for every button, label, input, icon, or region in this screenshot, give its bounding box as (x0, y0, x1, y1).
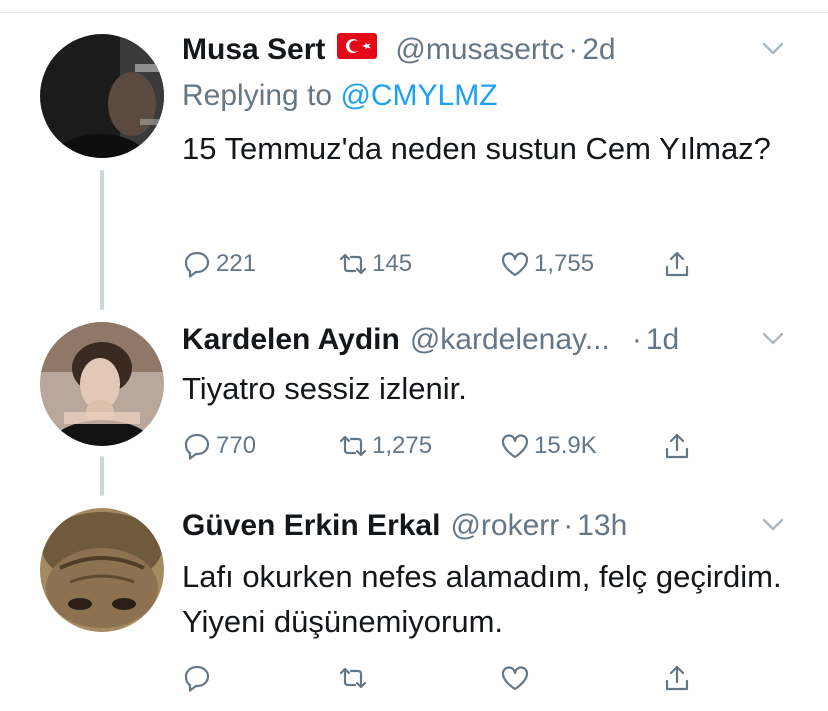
tweet-actions: 221 145 1,755 (182, 244, 702, 284)
author-name[interactable]: Kardelen Aydin (182, 320, 400, 360)
chevron-down-icon[interactable] (758, 30, 788, 66)
tweet-actions (182, 658, 702, 698)
share-icon (665, 665, 689, 691)
retweet-count: 1,275 (372, 432, 433, 459)
heart-icon (501, 434, 529, 459)
thread-line (100, 170, 104, 310)
tweet-header: Güven Erkin Erkal @rokerr · 13h (182, 506, 788, 546)
tweet-time[interactable]: 2d (582, 30, 615, 70)
like-count: 15.9K (534, 432, 597, 459)
chevron-down-icon[interactable] (758, 320, 788, 356)
author-handle[interactable]: @rokerr (450, 506, 559, 546)
retweet-button[interactable]: 145 (338, 244, 412, 284)
replying-to-link[interactable]: @CMYLMZ (340, 79, 497, 112)
share-button[interactable] (662, 426, 692, 466)
retweet-button[interactable]: 1,275 (338, 426, 432, 466)
tweet-header: Kardelen Aydin @kardelenay... · 1d (182, 320, 788, 360)
tweet-text: 15 Temmuz'da neden sustun Cem Yılmaz? (182, 131, 771, 166)
tweet-actions: 770 1,275 15.9K (182, 426, 702, 466)
share-icon (665, 251, 689, 277)
avatar[interactable] (40, 508, 164, 632)
retweet-icon (339, 253, 367, 275)
reply-count: 770 (216, 432, 257, 459)
author-handle[interactable]: @musasertc (395, 30, 564, 70)
turkey-flag-icon (337, 30, 378, 59)
author-name[interactable]: Güven Erkin Erkal (182, 506, 440, 546)
retweet-count: 145 (372, 250, 413, 277)
reply-icon (184, 251, 210, 278)
author-name[interactable]: Musa Sert (182, 30, 325, 70)
reply-icon (184, 665, 210, 692)
share-button[interactable] (662, 244, 692, 284)
replying-to-label: Replying to (182, 79, 333, 112)
tweet[interactable]: Güven Erkin Erkal @rokerr · 13h Lafı oku… (0, 490, 828, 711)
tweet-text: Lafı okurken nefes alamadım, felç geçird… (182, 559, 782, 639)
tweet-text: Tiyatro sessiz izlenir. (182, 371, 467, 406)
like-count: 1,755 (534, 250, 595, 277)
separator-dot: · (568, 33, 579, 66)
avatar[interactable] (40, 322, 164, 446)
retweet-icon (339, 435, 367, 457)
chevron-down-icon[interactable] (758, 506, 788, 542)
separator-dot: · (631, 323, 642, 356)
tweet[interactable]: Kardelen Aydin @kardelenay... · 1d Tiyat… (0, 300, 828, 496)
reply-button[interactable]: 770 (182, 426, 256, 466)
avatar[interactable] (40, 34, 164, 158)
heart-icon (501, 666, 529, 691)
separator-dot: · (563, 509, 574, 542)
tweet-header: Musa Sert @musasertc · 2d (182, 30, 788, 70)
share-button[interactable] (662, 658, 692, 698)
retweet-button[interactable] (338, 658, 372, 698)
like-button[interactable] (500, 658, 534, 698)
replying-to: Replying to @CMYLMZ (182, 76, 788, 116)
heart-icon (501, 252, 529, 277)
reply-count: 221 (216, 250, 257, 277)
reply-button[interactable]: 221 (182, 244, 256, 284)
tweet-time[interactable]: 1d (646, 320, 679, 360)
like-button[interactable]: 15.9K (500, 426, 597, 466)
retweet-icon (339, 667, 367, 689)
tweet-time[interactable]: 13h (577, 506, 627, 546)
author-handle[interactable]: @kardelenay... (410, 320, 610, 360)
reply-button[interactable] (182, 658, 216, 698)
like-button[interactable]: 1,755 (500, 244, 594, 284)
tweet[interactable]: Musa Sert @musasertc · 2d Replying to @C… (0, 0, 828, 310)
reply-icon (184, 433, 210, 460)
share-icon (665, 433, 689, 459)
